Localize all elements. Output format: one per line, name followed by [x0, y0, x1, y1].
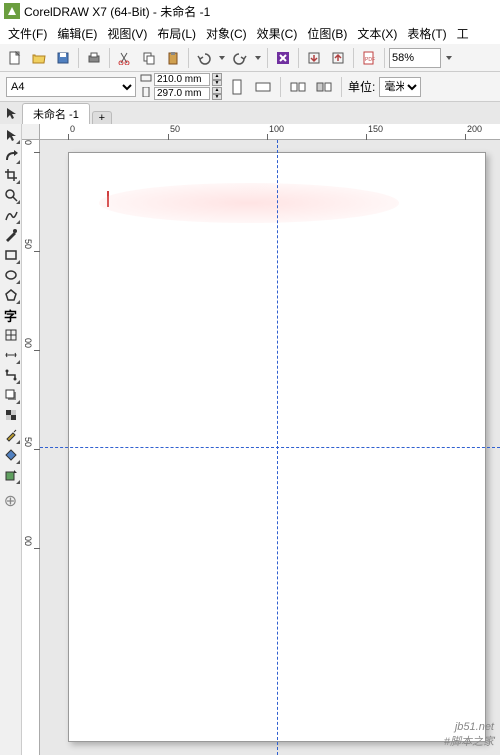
polygon-tool[interactable] [2, 286, 20, 304]
redo-button[interactable] [229, 47, 251, 69]
menu-tools[interactable]: 工 [453, 23, 473, 44]
height-icon [140, 87, 152, 100]
menu-file[interactable]: 文件(F) [4, 23, 51, 44]
watermark-text: jb51.net #脚本之家 [444, 721, 494, 749]
menu-layout[interactable]: 布局(L) [153, 23, 200, 44]
text-tool[interactable]: 字 [2, 306, 20, 324]
crop-tool[interactable] [2, 166, 20, 184]
menu-text[interactable]: 文本(X) [353, 23, 401, 44]
horizontal-guideline[interactable] [40, 447, 500, 448]
open-button[interactable] [28, 47, 50, 69]
vertical-ruler[interactable]: 0 50 00 50 00 [22, 140, 40, 755]
copy-button[interactable] [138, 47, 160, 69]
ellipse-tool[interactable] [2, 266, 20, 284]
units-select[interactable]: 毫米 [379, 77, 421, 97]
paste-button[interactable] [162, 47, 184, 69]
shape-tool[interactable] [2, 146, 20, 164]
smart-fill-tool[interactable] [2, 466, 20, 484]
zoom-level-select[interactable] [389, 48, 441, 68]
artistic-media-tool[interactable] [2, 226, 20, 244]
undo-button[interactable] [193, 47, 215, 69]
cut-button[interactable] [114, 47, 136, 69]
search-content-button[interactable] [272, 47, 294, 69]
menu-table[interactable]: 表格(T) [403, 23, 450, 44]
window-title: CorelDRAW X7 (64-Bit) - 未命名 -1 [24, 3, 210, 20]
add-tab-button[interactable]: + [92, 111, 112, 124]
menu-view[interactable]: 视图(V) [103, 23, 151, 44]
width-spinner[interactable]: ▲▼ [212, 73, 222, 86]
print-button[interactable] [83, 47, 105, 69]
rectangle-tool[interactable] [2, 246, 20, 264]
property-bar: A4 ▲▼ ▲▼ 单位: 毫米 [0, 72, 500, 102]
connector-tool[interactable] [2, 366, 20, 384]
svg-text:PDF: PDF [365, 57, 375, 63]
landscape-button[interactable] [252, 76, 274, 98]
portrait-button[interactable] [226, 76, 248, 98]
table-tool[interactable] [2, 326, 20, 344]
height-spinner[interactable]: ▲▼ [212, 87, 222, 100]
page-dimensions: ▲▼ ▲▼ [140, 73, 222, 100]
redo-dropdown-icon[interactable] [253, 47, 263, 69]
canvas-artifact [99, 183, 399, 223]
freehand-tool[interactable] [2, 206, 20, 224]
export-button[interactable] [327, 47, 349, 69]
zoom-tool[interactable] [2, 186, 20, 204]
quick-customize-button[interactable]: ⊕ [2, 492, 20, 510]
horizontal-ruler[interactable]: 0 50 100 150 200 [40, 124, 500, 140]
canvas-area[interactable]: 0 50 100 150 200 0 50 00 50 00 jb51.net … [22, 124, 500, 755]
menu-object[interactable]: 对象(C) [202, 23, 251, 44]
new-button[interactable] [4, 47, 26, 69]
menu-bar: 文件(F) 编辑(E) 视图(V) 布局(L) 对象(C) 效果(C) 位图(B… [0, 22, 500, 44]
current-page-button[interactable] [313, 76, 335, 98]
workspace: 字 ⊕ 0 50 100 150 200 0 50 00 50 00 [0, 124, 500, 755]
interactive-fill-tool[interactable] [2, 446, 20, 464]
ruler-origin[interactable] [22, 124, 40, 140]
undo-dropdown-icon[interactable] [217, 47, 227, 69]
menu-bitmaps[interactable]: 位图(B) [303, 23, 351, 44]
page-height-input[interactable] [154, 87, 210, 100]
width-icon [140, 73, 152, 86]
toolbox: 字 ⊕ [0, 124, 22, 755]
import-button[interactable] [303, 47, 325, 69]
document-tabs: 未命名 -1 + [0, 102, 500, 124]
eyedropper-tool[interactable] [2, 426, 20, 444]
units-label: 单位: [348, 78, 375, 95]
save-button[interactable] [52, 47, 74, 69]
menu-edit[interactable]: 编辑(E) [53, 23, 101, 44]
page-size-select[interactable]: A4 [6, 77, 136, 97]
transparency-tool[interactable] [2, 406, 20, 424]
zoom-dropdown-icon[interactable] [443, 47, 455, 69]
dimension-tool[interactable] [2, 346, 20, 364]
app-icon [4, 3, 20, 19]
pick-tool[interactable] [2, 126, 20, 144]
title-bar: CorelDRAW X7 (64-Bit) - 未命名 -1 [0, 0, 500, 22]
publish-pdf-button[interactable]: PDF [358, 47, 380, 69]
pick-tool-tab-icon[interactable] [4, 106, 18, 120]
menu-effects[interactable]: 效果(C) [253, 23, 302, 44]
standard-toolbar: PDF [0, 44, 500, 72]
all-pages-button[interactable] [287, 76, 309, 98]
drop-shadow-tool[interactable] [2, 386, 20, 404]
page-width-input[interactable] [154, 73, 210, 86]
tab-doc1[interactable]: 未命名 -1 [22, 103, 90, 124]
